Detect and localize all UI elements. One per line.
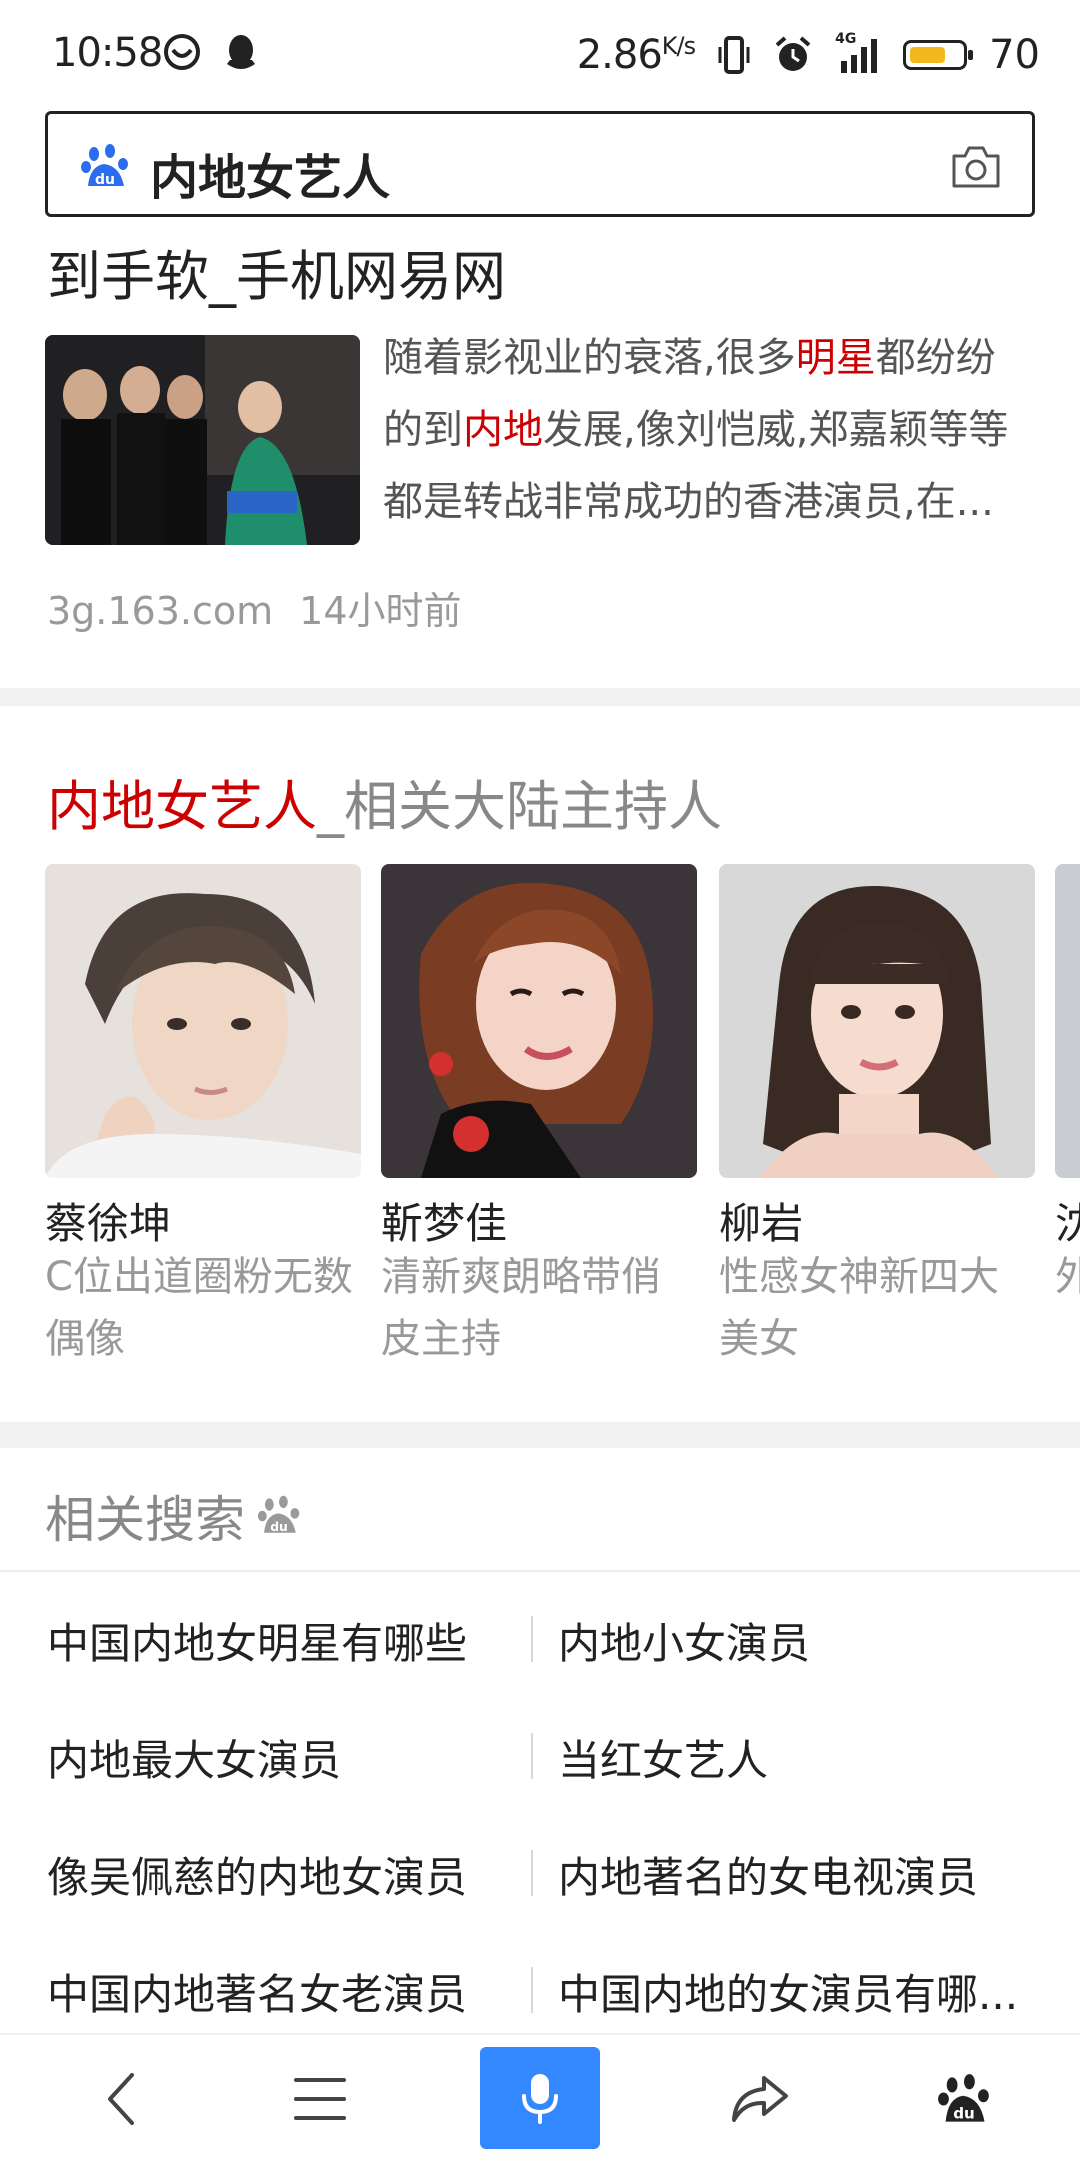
related-search-link[interactable]: 内地小女演员 [558,1610,1038,1671]
related-search-link[interactable]: 内地著名的女电视演员 [558,1844,1038,1905]
baidu-home-button[interactable]: du [904,2047,1024,2151]
related-search-link[interactable]: 中国内地的女演员有哪... [558,1961,1038,2022]
related-search-link[interactable]: 中国内地著名女老演员 [47,1961,517,2022]
person-name: 靳梦佳 [381,1199,508,1248]
related-search-link[interactable]: 像吴佩慈的内地女演员 [47,1844,517,1905]
person-name: 沈 [1055,1199,1080,1248]
result-thumbnail[interactable] [45,335,360,545]
svg-text:du: du [95,172,115,188]
svg-text:du: du [953,2104,975,2122]
separator [531,1967,533,2013]
result-snippet: 随着影视业的衰落,很多明星都纷纷的到内地发展,像刘恺威,郑嘉颖等等都是转战非常成… [383,335,1009,525]
related-search-link[interactable]: 当红女艺人 [558,1727,1038,1788]
status-indicators: 2.86K/s 4G 70 [577,30,1040,80]
divider [0,1570,1080,1572]
bottom-navigation: du [0,2033,1080,2162]
related-searches-header: 相关搜索 du [45,1480,301,1552]
voice-search-button[interactable] [480,2047,600,2149]
status-time: 10:58 [52,30,163,76]
separator [531,1733,533,1779]
person-photo [381,864,697,1178]
menu-icon [294,2078,346,2120]
section-divider [0,688,1080,706]
related-hosts-title[interactable]: 内地女艺人_相关大陆主持人 [47,762,722,841]
alarm-icon [775,36,811,71]
person-photo [45,864,361,1178]
camera-icon[interactable] [950,142,1002,190]
related-searches-title: 相关搜索 [45,1491,245,1549]
baidu-icon: du [938,2074,989,2122]
result-time: 14小时前 [299,589,462,633]
baidu-paw-icon: du [81,144,128,188]
battery-level: 70 [989,32,1040,78]
person-card[interactable]: 靳梦佳 清新爽朗略带俏皮主持 [381,864,697,1370]
person-name: 蔡徐坤 [45,1199,172,1248]
person-card[interactable]: 蔡徐坤 C位出道圈粉无数偶像 [45,864,361,1370]
share-icon [732,2076,788,2122]
app-notification-icon [164,34,200,70]
person-desc: 外感 [1055,1254,1080,1300]
person-desc: 性感女神新四大美女 [719,1254,999,1362]
person-desc: 清新爽朗略带俏皮主持 [381,1254,661,1362]
separator [531,1616,533,1662]
separator [531,1850,533,1896]
result-source: 3g.163.com [47,589,274,633]
signal-icon: 4G [835,31,881,75]
qq-icon [227,35,255,69]
back-icon [108,2073,134,2125]
battery-icon [903,40,974,70]
svg-text:du: du [270,1520,288,1534]
microphone-icon [522,2074,558,2124]
person-card[interactable]: 柳岩 性感女神新四大美女 [719,864,1035,1370]
search-query: 内地女艺人 [150,150,391,206]
baidu-paw-icon: du [257,1495,300,1534]
person-photo [719,864,1035,1178]
back-button[interactable] [62,2047,182,2151]
network-speed: 2.86K/s [576,32,696,78]
status-bar: 10:58 2.86K/s 4G 70 [0,0,1080,110]
related-search-link[interactable]: 中国内地女明星有哪些 [47,1610,517,1671]
person-photo [1055,864,1080,1178]
share-button[interactable] [700,2047,820,2151]
person-card[interactable]: 沈 外感 [1055,864,1080,1308]
related-search-link[interactable]: 内地最大女演员 [47,1727,517,1788]
result-title-link[interactable]: 到手软_手机网易网 [47,232,506,311]
result-meta: 3g.163.com 14小时前 [47,580,462,635]
section-divider [0,1422,1080,1448]
vibrate-icon [718,36,750,74]
person-name: 柳岩 [719,1199,804,1248]
search-input[interactable]: du 内地女艺人 [45,111,1035,217]
person-desc: C位出道圈粉无数偶像 [45,1254,353,1362]
menu-button[interactable] [260,2047,380,2151]
